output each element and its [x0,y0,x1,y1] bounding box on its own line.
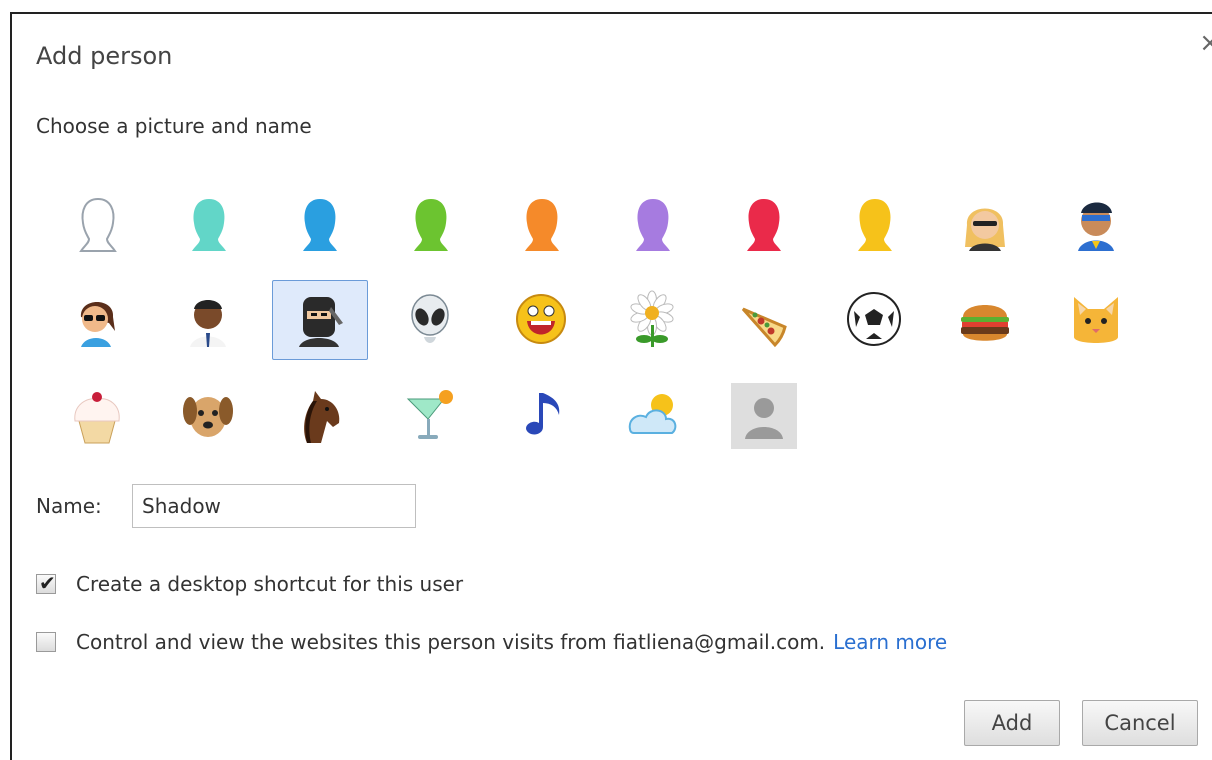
add-person-dialog: Add person × Choose a picture and name N… [10,12,1212,760]
avatar-green-silhouette-option[interactable] [383,184,479,264]
avatar-green-silhouette-icon [414,199,448,251]
name-label: Name: [36,494,102,518]
avatar-weather-option[interactable] [605,376,701,456]
dialog-title: Add person [36,42,173,70]
avatar-ninja-icon [299,297,343,347]
avatar-alien-option[interactable] [383,280,479,360]
avatar-teal-silhouette-icon [192,199,226,251]
avatar-horse-icon [304,391,340,443]
avatar-woman-sunglasses-icon [80,302,115,347]
picture-section-heading: Choose a picture and name [36,114,312,138]
avatar-weather-icon [628,394,677,434]
avatar-soccer-ball-icon [847,292,901,346]
avatar-pizza-option[interactable] [716,280,812,360]
avatar-placeholder-icon [731,383,797,449]
avatar-red-silhouette-icon [747,199,781,251]
avatar-cat-icon [1074,297,1118,343]
supervise-option: Control and view the websites this perso… [36,630,947,654]
avatar-businesswoman-icon [965,208,1005,251]
avatar-ninja-option[interactable] [272,280,368,360]
desktop-shortcut-checkbox[interactable]: ✔ [36,571,56,595]
desktop-shortcut-option: ✔ Create a desktop shortcut for this use… [36,571,464,596]
name-input[interactable] [132,484,416,528]
checkmark-icon: ✔ [39,571,56,595]
name-row: Name: [36,484,416,528]
avatar-cupcake-option[interactable] [50,376,146,456]
avatar-music-note-option[interactable] [494,376,590,456]
avatar-placeholder-option[interactable] [716,376,812,456]
desktop-shortcut-label: Create a desktop shortcut for this user [76,572,464,596]
avatar-businessman-icon [190,300,226,347]
avatar-superhero-icon [1078,202,1114,251]
avatar-blue-silhouette-icon [303,199,337,251]
avatar-cupcake-icon [74,392,120,444]
avatar-white-silhouette-option[interactable] [50,184,146,264]
avatar-woman-sunglasses-option[interactable] [50,280,146,360]
avatar-flower-icon [630,290,674,347]
add-button[interactable]: Add [964,700,1060,746]
avatar-blue-silhouette-option[interactable] [272,184,368,264]
supervise-checkbox[interactable] [36,632,56,652]
avatar-soccer-ball-option[interactable] [827,280,923,360]
avatar-businesswoman-option[interactable] [938,184,1034,264]
avatar-smiley-option[interactable] [494,280,590,360]
avatar-businessman-option[interactable] [161,280,257,360]
avatar-burger-icon [961,305,1009,341]
avatar-cat-option[interactable] [1049,280,1145,360]
avatar-teal-silhouette-option[interactable] [161,184,257,264]
avatar-smiley-icon [516,294,566,344]
avatar-music-note-icon [526,393,560,435]
avatar-pizza-icon [741,307,787,348]
avatar-grid [50,184,1170,472]
avatar-white-silhouette-icon [79,197,117,252]
avatar-yellow-silhouette-icon [858,199,892,251]
avatar-flower-option[interactable] [605,280,701,360]
close-icon[interactable]: × [1196,30,1212,58]
avatar-orange-silhouette-icon [525,199,559,251]
supervise-label: Control and view the websites this perso… [76,630,826,654]
cancel-button[interactable]: Cancel [1082,700,1198,746]
avatar-red-silhouette-option[interactable] [716,184,812,264]
learn-more-link[interactable]: Learn more [833,630,947,654]
avatar-superhero-option[interactable] [1049,184,1145,264]
avatar-cocktail-option[interactable] [383,376,479,456]
avatar-alien-icon [411,294,449,343]
avatar-yellow-silhouette-option[interactable] [827,184,923,264]
avatar-purple-silhouette-icon [636,199,670,251]
avatar-dog-icon [183,397,233,437]
avatar-purple-silhouette-option[interactable] [605,184,701,264]
avatar-horse-option[interactable] [272,376,368,456]
avatar-dog-option[interactable] [161,376,257,456]
avatar-burger-option[interactable] [938,280,1034,360]
avatar-cocktail-icon [406,390,453,439]
avatar-orange-silhouette-option[interactable] [494,184,590,264]
